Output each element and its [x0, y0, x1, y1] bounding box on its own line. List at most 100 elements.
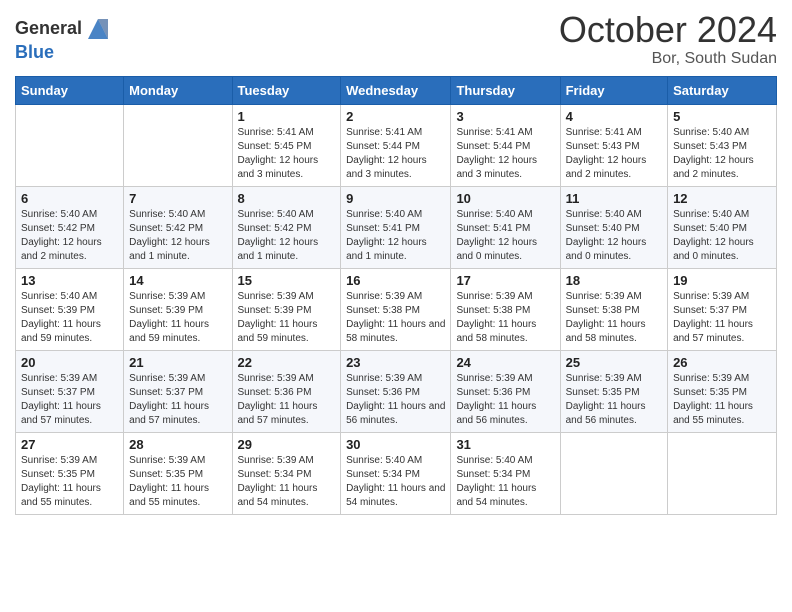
day-number: 28	[129, 437, 226, 452]
day-info: Sunrise: 5:39 AM Sunset: 5:38 PM Dayligh…	[566, 290, 662, 346]
calendar-page: General Blue October 2024 Bor, South Sud…	[0, 0, 792, 612]
day-number: 20	[21, 355, 118, 370]
calendar-cell: 17 Sunrise: 5:39 AM Sunset: 5:38 PM Dayli…	[451, 268, 560, 350]
calendar-cell: 23Sunrise: 5:39 AM Sunset: 5:36 PM Dayli…	[341, 350, 451, 432]
day-number: 22	[238, 355, 336, 370]
calendar-cell: 3Sunrise: 5:41 AM Sunset: 5:44 PM Daylig…	[451, 104, 560, 186]
calendar-cell: 25 Sunrise: 5:39 AM Sunset: 5:35 PM Dayli…	[560, 350, 667, 432]
day-info: Sunrise: 5:40 AM Sunset: 5:34 PM Dayligh…	[456, 454, 554, 510]
day-number: 4	[566, 109, 662, 124]
calendar-cell: 18 Sunrise: 5:39 AM Sunset: 5:38 PM Dayli…	[560, 268, 667, 350]
day-number: 7	[129, 191, 226, 206]
day-number: 12	[673, 191, 771, 206]
day-number: 24	[456, 355, 554, 370]
calendar-header-row: Sunday Monday Tuesday Wednesday Thursday…	[16, 76, 777, 104]
day-info: Sunrise: 5:39 AM Sunset: 5:34 PM Dayligh…	[238, 454, 336, 510]
day-info: Sunrise: 5:40 AM Sunset: 5:40 PM Dayligh…	[673, 208, 771, 264]
calendar-week-row: 6 Sunrise: 5:40 AM Sunset: 5:42 PM Daylig…	[16, 186, 777, 268]
day-number: 5	[673, 109, 771, 124]
day-info: Sunrise: 5:39 AM Sunset: 5:37 PM Dayligh…	[21, 372, 118, 428]
day-info: Sunrise: 5:39 AM Sunset: 5:36 PM Dayligh…	[346, 372, 445, 428]
day-info: Sunrise: 5:39 AM Sunset: 5:36 PM Dayligh…	[456, 372, 554, 428]
day-number: 29	[238, 437, 336, 452]
calendar-cell: 11 Sunrise: 5:40 AM Sunset: 5:40 PM Dayli…	[560, 186, 667, 268]
calendar-cell: 14Sunrise: 5:39 AM Sunset: 5:39 PM Dayli…	[124, 268, 232, 350]
day-info: Sunrise: 5:39 AM Sunset: 5:39 PM Dayligh…	[238, 290, 336, 346]
calendar-cell: 9 Sunrise: 5:40 AM Sunset: 5:41 PM Daylig…	[341, 186, 451, 268]
day-info: Sunrise: 5:41 AM Sunset: 5:45 PM Dayligh…	[238, 126, 336, 182]
calendar-cell: 28 Sunrise: 5:39 AM Sunset: 5:35 PM Dayli…	[124, 432, 232, 514]
calendar-cell: 10 Sunrise: 5:40 AM Sunset: 5:41 PM Dayli…	[451, 186, 560, 268]
calendar-cell	[16, 104, 124, 186]
day-info: Sunrise: 5:39 AM Sunset: 5:35 PM Dayligh…	[21, 454, 118, 510]
calendar-cell: 5Sunrise: 5:40 AM Sunset: 5:43 PM Daylig…	[668, 104, 777, 186]
calendar-cell: 6 Sunrise: 5:40 AM Sunset: 5:42 PM Daylig…	[16, 186, 124, 268]
day-info: Sunrise: 5:39 AM Sunset: 5:36 PM Dayligh…	[238, 372, 336, 428]
calendar-cell: 2Sunrise: 5:41 AM Sunset: 5:44 PM Daylig…	[341, 104, 451, 186]
month-title: October 2024	[559, 10, 777, 50]
day-number: 11	[566, 191, 662, 206]
logo-icon	[84, 15, 112, 43]
logo-text-blue: Blue	[15, 42, 54, 62]
logo-text-general: General	[15, 19, 82, 39]
calendar-cell: 29 Sunrise: 5:39 AM Sunset: 5:34 PM Dayli…	[232, 432, 341, 514]
col-wednesday: Wednesday	[341, 76, 451, 104]
day-number: 13	[21, 273, 118, 288]
day-info: Sunrise: 5:40 AM Sunset: 5:41 PM Dayligh…	[456, 208, 554, 264]
calendar-cell: 24 Sunrise: 5:39 AM Sunset: 5:36 PM Dayli…	[451, 350, 560, 432]
day-info: Sunrise: 5:41 AM Sunset: 5:43 PM Dayligh…	[566, 126, 662, 182]
calendar-cell: 1 Sunrise: 5:41 AM Sunset: 5:45 PM Daylig…	[232, 104, 341, 186]
day-number: 30	[346, 437, 445, 452]
day-number: 19	[673, 273, 771, 288]
col-tuesday: Tuesday	[232, 76, 341, 104]
day-number: 31	[456, 437, 554, 452]
day-number: 21	[129, 355, 226, 370]
day-number: 10	[456, 191, 554, 206]
day-info: Sunrise: 5:40 AM Sunset: 5:42 PM Dayligh…	[129, 208, 226, 264]
calendar-cell: 15Sunrise: 5:39 AM Sunset: 5:39 PM Dayli…	[232, 268, 341, 350]
title-block: October 2024 Bor, South Sudan	[559, 10, 777, 68]
calendar-cell	[124, 104, 232, 186]
calendar-cell: 13Sunrise: 5:40 AM Sunset: 5:39 PM Dayli…	[16, 268, 124, 350]
col-monday: Monday	[124, 76, 232, 104]
day-info: Sunrise: 5:39 AM Sunset: 5:37 PM Dayligh…	[129, 372, 226, 428]
calendar-cell: 7 Sunrise: 5:40 AM Sunset: 5:42 PM Daylig…	[124, 186, 232, 268]
calendar-cell	[668, 432, 777, 514]
calendar-cell: 20 Sunrise: 5:39 AM Sunset: 5:37 PM Dayli…	[16, 350, 124, 432]
day-number: 1	[238, 109, 336, 124]
day-number: 16	[346, 273, 445, 288]
day-number: 27	[21, 437, 118, 452]
day-info: Sunrise: 5:40 AM Sunset: 5:42 PM Dayligh…	[238, 208, 336, 264]
day-info: Sunrise: 5:39 AM Sunset: 5:37 PM Dayligh…	[673, 290, 771, 346]
calendar-table: Sunday Monday Tuesday Wednesday Thursday…	[15, 76, 777, 515]
day-info: Sunrise: 5:39 AM Sunset: 5:35 PM Dayligh…	[129, 454, 226, 510]
day-info: Sunrise: 5:39 AM Sunset: 5:38 PM Dayligh…	[456, 290, 554, 346]
day-info: Sunrise: 5:41 AM Sunset: 5:44 PM Dayligh…	[346, 126, 445, 182]
day-info: Sunrise: 5:39 AM Sunset: 5:38 PM Dayligh…	[346, 290, 445, 346]
day-info: Sunrise: 5:39 AM Sunset: 5:39 PM Dayligh…	[129, 290, 226, 346]
calendar-cell: 30 Sunrise: 5:40 AM Sunset: 5:34 PM Dayli…	[341, 432, 451, 514]
calendar-cell: 19 Sunrise: 5:39 AM Sunset: 5:37 PM Dayli…	[668, 268, 777, 350]
calendar-cell	[560, 432, 667, 514]
calendar-cell: 27 Sunrise: 5:39 AM Sunset: 5:35 PM Dayli…	[16, 432, 124, 514]
calendar-week-row: 27 Sunrise: 5:39 AM Sunset: 5:35 PM Dayli…	[16, 432, 777, 514]
calendar-cell: 4 Sunrise: 5:41 AM Sunset: 5:43 PM Daylig…	[560, 104, 667, 186]
day-number: 17	[456, 273, 554, 288]
col-sunday: Sunday	[16, 76, 124, 104]
page-header: General Blue October 2024 Bor, South Sud…	[15, 10, 777, 68]
day-info: Sunrise: 5:40 AM Sunset: 5:40 PM Dayligh…	[566, 208, 662, 264]
day-number: 18	[566, 273, 662, 288]
day-info: Sunrise: 5:39 AM Sunset: 5:35 PM Dayligh…	[566, 372, 662, 428]
day-info: Sunrise: 5:40 AM Sunset: 5:41 PM Dayligh…	[346, 208, 445, 264]
day-number: 9	[346, 191, 445, 206]
calendar-cell: 21 Sunrise: 5:39 AM Sunset: 5:37 PM Dayli…	[124, 350, 232, 432]
day-number: 6	[21, 191, 118, 206]
calendar-cell: 22 Sunrise: 5:39 AM Sunset: 5:36 PM Dayli…	[232, 350, 341, 432]
calendar-cell: 12 Sunrise: 5:40 AM Sunset: 5:40 PM Dayli…	[668, 186, 777, 268]
day-number: 8	[238, 191, 336, 206]
col-friday: Friday	[560, 76, 667, 104]
day-number: 25	[566, 355, 662, 370]
day-info: Sunrise: 5:40 AM Sunset: 5:34 PM Dayligh…	[346, 454, 445, 510]
day-info: Sunrise: 5:41 AM Sunset: 5:44 PM Dayligh…	[456, 126, 554, 182]
day-info: Sunrise: 5:40 AM Sunset: 5:42 PM Dayligh…	[21, 208, 118, 264]
